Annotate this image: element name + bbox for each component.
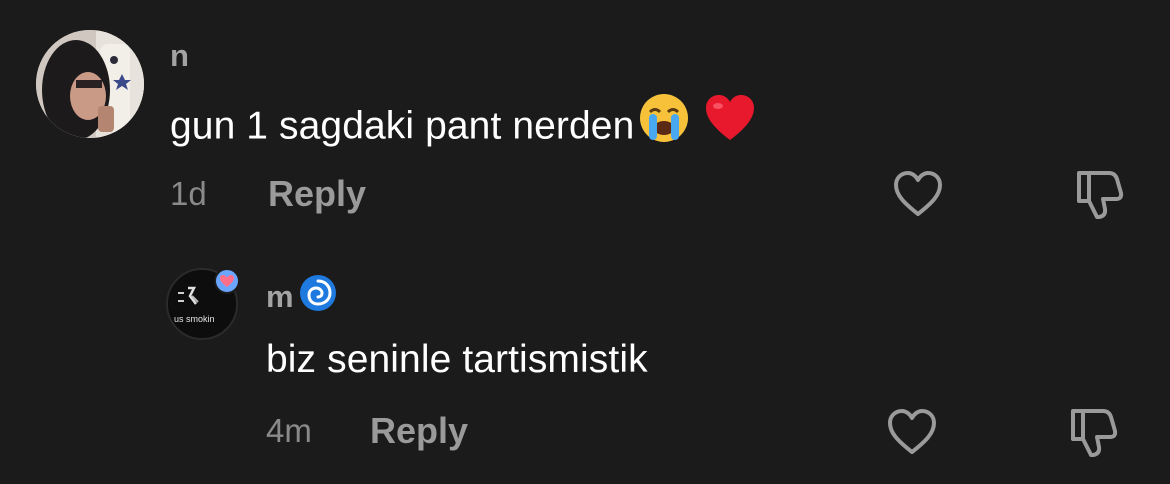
avatar-caption: us smokin xyxy=(174,314,215,324)
thumbs-down-outline-icon xyxy=(1071,409,1118,457)
avatar[interactable] xyxy=(36,30,144,138)
comment-item: us smokin m biz seninle tartismistik 4m … xyxy=(0,240,1170,484)
comment-username[interactable]: n xyxy=(170,38,189,74)
comment-text: biz seninle tartismistik xyxy=(266,338,648,381)
comment-timestamp: 1d xyxy=(170,175,207,212)
like-button[interactable] xyxy=(890,166,946,222)
red-heart-emoji xyxy=(704,94,756,152)
reply-button[interactable]: Reply xyxy=(268,173,366,215)
thumbs-down-outline-icon xyxy=(1077,171,1124,219)
reply-button[interactable]: Reply xyxy=(370,410,468,452)
heart-outline-icon xyxy=(894,171,942,216)
comment-text-body: gun 1 sagdaki pant nerden xyxy=(170,104,635,148)
heart-outline-icon xyxy=(888,409,936,454)
comment-item: n gun 1 sagdaki pant nerden 1d Reply xyxy=(0,0,1170,240)
comment-text: gun 1 sagdaki pant nerden xyxy=(170,94,756,154)
heart-icon xyxy=(220,275,234,287)
avatar-photo xyxy=(36,30,144,138)
crying-face-emoji xyxy=(638,92,690,154)
dislike-button[interactable] xyxy=(1070,166,1126,222)
cyclone-emoji xyxy=(298,273,338,321)
dislike-button[interactable] xyxy=(1064,404,1120,460)
like-button[interactable] xyxy=(884,404,940,460)
comment-username-text: m xyxy=(266,279,294,315)
comment-timestamp: 4m xyxy=(266,412,312,449)
story-indicator xyxy=(214,268,240,294)
comment-username[interactable]: m xyxy=(266,275,338,321)
